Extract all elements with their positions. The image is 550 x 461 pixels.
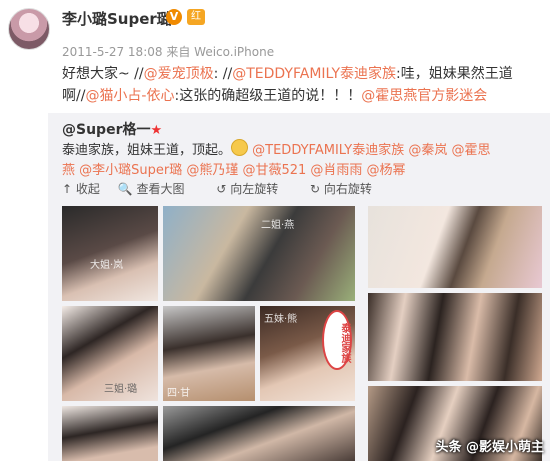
mention-link[interactable]: @爱宠顶极: [144, 66, 214, 82]
photo-caption: 五妹·熊: [264, 314, 298, 325]
mention-link[interactable]: @TEDDYFAMILY泰迪家族: [232, 66, 396, 82]
post-meta: 2011-5-27 18:08 来自 Weico.iPhone: [62, 43, 274, 60]
photo-caption: 二姐·燕: [261, 220, 295, 231]
teddy-family-tag: 泰迪家族: [322, 310, 352, 370]
star-icon: ★: [150, 123, 163, 138]
collage-photo-4[interactable]: 三姐·璐: [62, 306, 158, 401]
rotate-right-label: 向右旋转: [323, 182, 372, 196]
collage-photo-3[interactable]: [368, 206, 542, 288]
rotate-left-button[interactable]: ↺ 向左旋转: [216, 182, 292, 196]
smile-emoji-icon: [231, 139, 249, 156]
view-large-button[interactable]: 🔍 查看大图: [118, 182, 199, 196]
rotate-left-label: 向左旋转: [230, 182, 279, 196]
mention-link[interactable]: @猫小占-依心: [85, 88, 174, 104]
collage-photo-5[interactable]: 四·甘: [163, 306, 255, 401]
photo-caption: 四·甘: [167, 388, 191, 399]
collage-photo-7[interactable]: [368, 293, 542, 381]
post-source[interactable]: Weico.iPhone: [194, 45, 274, 59]
post-text: 好想大家~ //@爱宠顶极: //@TEDDYFAMILY泰迪家族:哇，姐妹果然…: [62, 63, 540, 107]
post-text-part: : //: [213, 66, 233, 82]
source-watermark: 头条 @影娱小萌主: [435, 440, 544, 455]
repost-author[interactable]: @Super格一★: [62, 119, 162, 139]
post-text-part: :这张的确超级王道的说！！！: [174, 88, 362, 104]
verified-icon: V: [166, 9, 182, 25]
mention-link[interactable]: @霍思燕官方影迷会: [361, 88, 487, 104]
post-time[interactable]: 2011-5-27 18:08: [62, 45, 163, 59]
repost-text-body: 泰迪家族，姐妹王道，顶起。: [62, 143, 232, 158]
collapse-button[interactable]: ↑ 收起: [62, 182, 100, 196]
post-text-part: 好想大家~ //: [62, 66, 144, 82]
image-toolbar: ↑ 收起 🔍 查看大图 ↺ 向左旋转 ↻ 向右旋转: [62, 180, 400, 197]
source-prefix: 来自: [166, 45, 191, 59]
collage-photo-2[interactable]: 二姐·燕: [163, 206, 355, 301]
fan-badge-icon: 红: [187, 9, 205, 25]
collage-photo-6[interactable]: 五妹·熊 泰迪家族: [260, 306, 355, 401]
collage-photo-8[interactable]: [62, 406, 158, 461]
collage-photo-9[interactable]: [163, 406, 355, 461]
view-large-label: 查看大图: [136, 182, 185, 196]
rotate-right-button[interactable]: ↻ 向右旋转: [310, 182, 386, 196]
author-name[interactable]: 李小璐Super璐: [62, 8, 172, 29]
repost-box: @Super格一★ 泰迪家族，姐妹王道，顶起。 @TEDDYFAMILY泰迪家族…: [48, 113, 550, 461]
collage-photo-1[interactable]: 大姐·岚: [62, 206, 158, 301]
repost-text: 泰迪家族，姐妹王道，顶起。 @TEDDYFAMILY泰迪家族 @秦岚 @霍思燕 …: [62, 139, 492, 181]
avatar[interactable]: [8, 8, 50, 50]
photo-caption: 三姐·璐: [104, 384, 138, 395]
photo-caption: 大姐·岚: [90, 260, 124, 271]
repost-author-name[interactable]: @Super格一: [62, 122, 150, 138]
